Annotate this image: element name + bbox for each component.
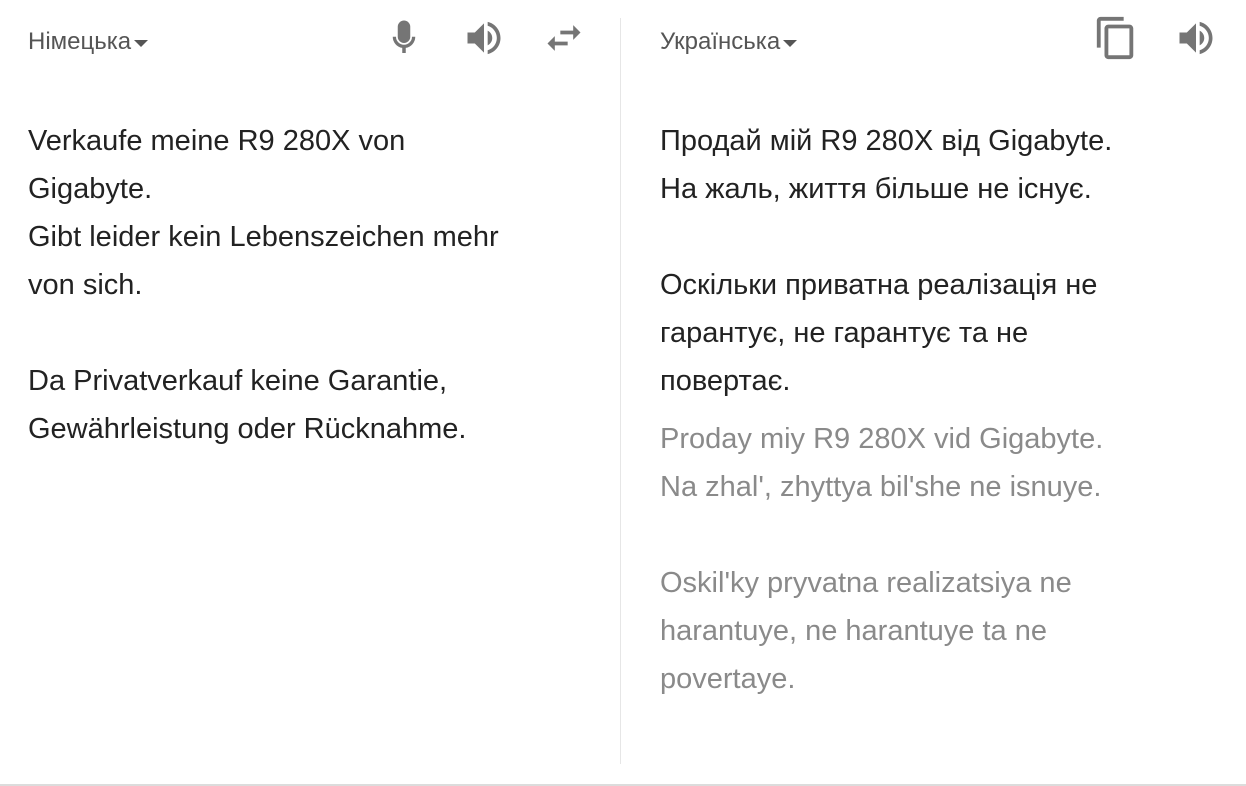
target-language-select[interactable]: Українська	[660, 28, 798, 56]
swap-languages-icon	[547, 25, 581, 51]
translated-text: Продай мій R9 280X від Gigabyte. На жаль…	[660, 125, 1113, 397]
chevron-down-icon	[134, 39, 149, 47]
source-pane: Німецька Verkaufe meine R9 280X von Giga…	[0, 0, 620, 784]
transliteration-text: Proday miy R9 280X vid Gigabyte. Na zhal…	[660, 423, 1104, 695]
speaker-icon	[1179, 21, 1213, 55]
swap-languages-button[interactable]	[540, 14, 588, 62]
speaker-icon	[467, 21, 501, 55]
source-language-select[interactable]: Німецька	[28, 28, 149, 56]
microphone-icon	[392, 20, 416, 53]
pane-divider	[620, 18, 621, 764]
copy-translation-button[interactable]	[1092, 14, 1140, 62]
source-language-label: Німецька	[28, 28, 132, 55]
source-text[interactable]: Verkaufe meine R9 280X von Gigabyte. Gib…	[28, 117, 588, 453]
source-listen-button[interactable]	[460, 14, 508, 62]
copy-icon	[1096, 16, 1134, 60]
target-pane: Українська Продай мій R9 280X від Gigaby…	[622, 0, 1246, 784]
target-listen-button[interactable]	[1172, 14, 1220, 62]
chevron-down-icon	[783, 39, 798, 47]
microphone-button[interactable]	[380, 14, 428, 62]
target-language-label: Українська	[660, 28, 781, 55]
